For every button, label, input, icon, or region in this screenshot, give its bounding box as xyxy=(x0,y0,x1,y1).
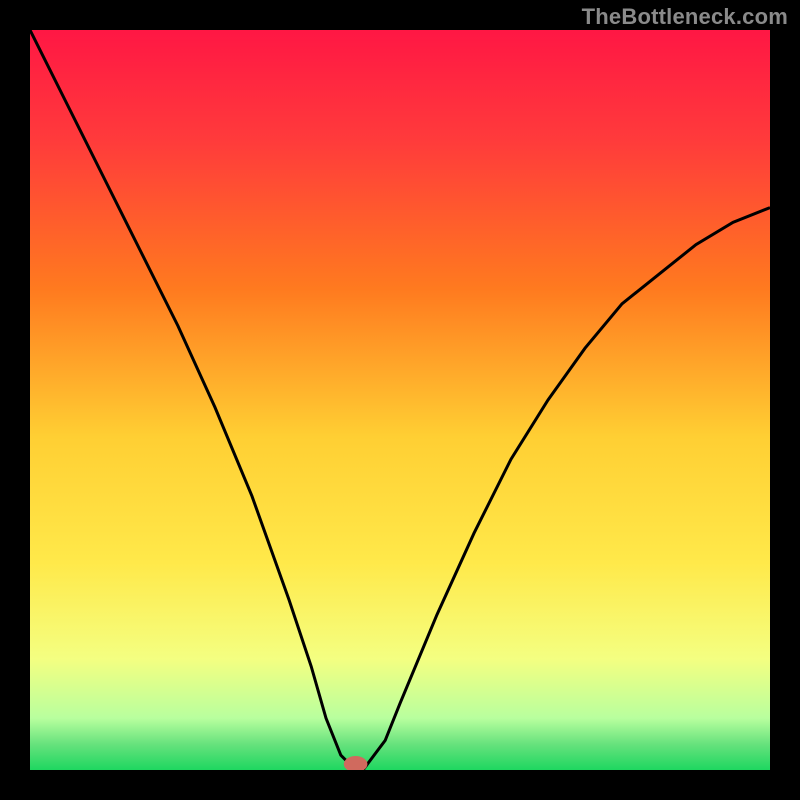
plot-area xyxy=(30,30,770,770)
chart-root: TheBottleneck.com xyxy=(0,0,800,800)
gradient-background xyxy=(30,30,770,770)
chart-svg xyxy=(30,30,770,770)
watermark-text: TheBottleneck.com xyxy=(582,4,788,30)
